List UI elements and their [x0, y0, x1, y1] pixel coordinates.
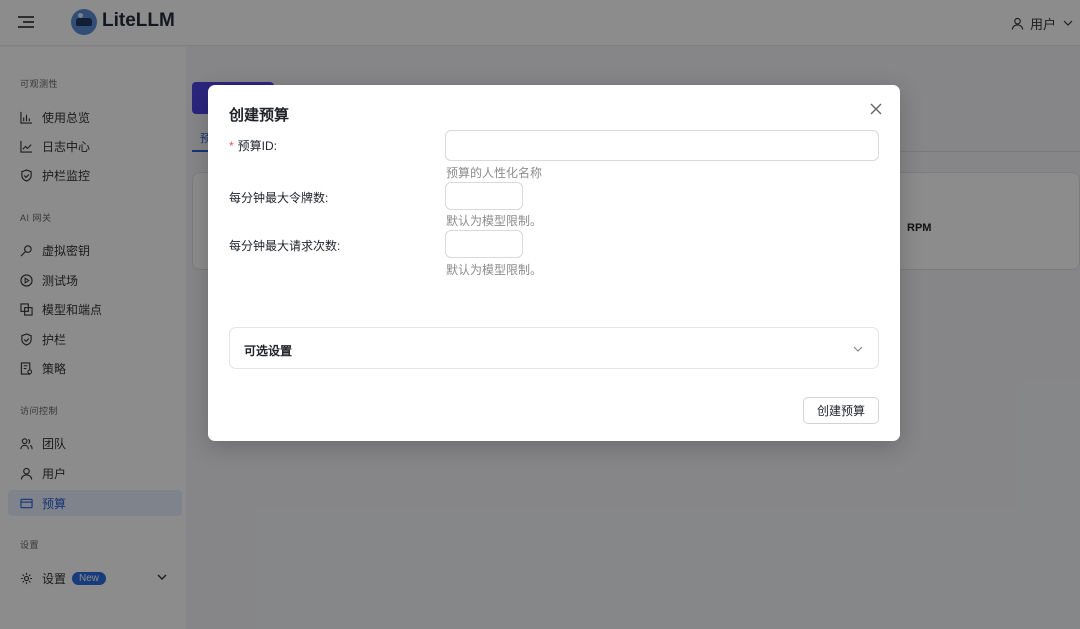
close-icon[interactable]	[868, 101, 884, 117]
chevron-down-icon	[853, 346, 863, 352]
budget-id-help: 预算的人性化名称	[446, 166, 543, 180]
budget-id-label-text: 预算ID:	[237, 139, 278, 153]
max-requests-per-minute-input[interactable]	[445, 230, 523, 258]
max-tokens-label: 每分钟最大令牌数:	[229, 191, 329, 205]
modal-title: 创建预算	[229, 107, 290, 124]
budget-id-label: * 预算ID:	[229, 137, 277, 154]
optional-settings-label: 可选设置	[244, 344, 293, 358]
max-requests-help: 默认为模型限制。	[446, 263, 543, 277]
budget-id-input[interactable]	[445, 130, 879, 161]
max-tokens-help: 默认为模型限制。	[446, 214, 543, 228]
required-asterisk: *	[229, 139, 234, 153]
create-budget-modal: 创建预算 * 预算ID: 预算的人性化名称 每分钟最大令牌数: 默认为模型限制。 …	[208, 85, 900, 441]
optional-settings-collapse[interactable]: 可选设置	[229, 327, 879, 369]
max-requests-label: 每分钟最大请求次数:	[229, 239, 341, 253]
create-budget-button[interactable]: 创建预算	[803, 397, 879, 424]
max-tokens-per-minute-input[interactable]	[445, 182, 523, 210]
